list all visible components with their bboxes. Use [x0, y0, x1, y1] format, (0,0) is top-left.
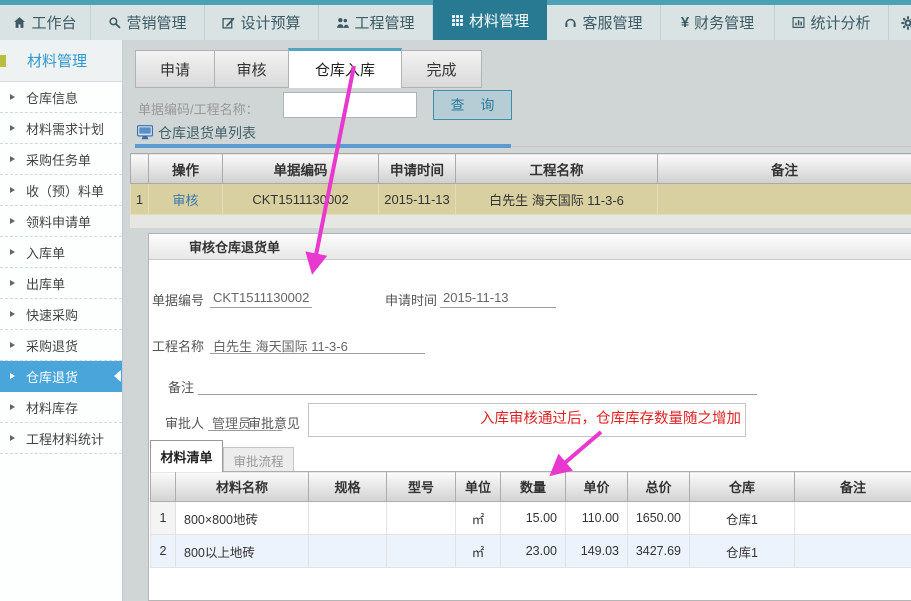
return-order-list-table: 操作 单据编码 申请时间 工程名称 备注 1 审核 CKT1511130002 … — [130, 153, 911, 215]
mat-header-name: 材料名称 — [176, 472, 309, 502]
section-underline-rest — [511, 146, 911, 147]
row-code: CKT1511130002 — [223, 184, 379, 215]
list-header-action: 操作 — [149, 154, 223, 184]
mat-header-warehouse: 仓库 — [690, 472, 795, 502]
review-link[interactable]: 审核 — [172, 193, 198, 208]
sidebar-item-inbound-order[interactable]: 入库单 — [0, 237, 122, 268]
headset-icon — [564, 16, 577, 29]
nav-tab-settings[interactable]: 系 — [889, 5, 911, 40]
row-project: 白先生 海天国际 11-3-6 — [456, 184, 658, 215]
panel-header: 审核仓库退货单 — [149, 234, 911, 260]
sidebar-item-outbound-order[interactable]: 出库单 — [0, 268, 122, 299]
users-icon — [336, 16, 349, 29]
apply-date-value: 2015-11-13 — [443, 290, 509, 305]
yen-icon: ¥ — [681, 14, 689, 31]
mat-header-total: 总价 — [628, 472, 690, 502]
magnifier-bubble-icon — [108, 16, 121, 29]
approver-label: 审批人 — [165, 413, 204, 432]
materials-header-row: 材料名称 规格 型号 单位 数量 单价 总价 仓库 备注 — [151, 472, 911, 502]
row-index: 1 — [131, 184, 149, 215]
search-button[interactable]: 查 询 — [433, 90, 512, 120]
sidebar-item-warehouse-return[interactable]: 仓库退货 — [0, 361, 122, 392]
app-window: 工作台 营销管理 设计预算 工程管理 材料管理 客服管理 — [0, 0, 911, 601]
nav-tab-statistics[interactable]: 统计分析 — [775, 5, 889, 40]
doc-code-label: 单据编号 — [152, 290, 204, 309]
nav-tab-workbench[interactable]: 工作台 — [0, 5, 91, 40]
list-row-selected[interactable]: 1 审核 CKT1511130002 2015-11-13 白先生 海天国际 1… — [131, 184, 911, 215]
doc-code-value: CKT1511130002 — [213, 290, 309, 305]
sidebar-header-materials: 材料管理 — [0, 40, 122, 82]
nav-tab-marketing[interactable]: 营销管理 — [91, 5, 205, 40]
sidebar-item-project-material-stats[interactable]: 工程材料统计 — [0, 423, 122, 454]
tab-warehouse-inbound[interactable]: 仓库入库 — [288, 48, 402, 88]
list-header-remark: 备注 — [658, 154, 911, 184]
grid-icon — [451, 14, 464, 27]
mat-header-price: 单价 — [566, 472, 628, 502]
row-date: 2015-11-13 — [379, 184, 456, 215]
remark-label: 备注 — [168, 377, 194, 396]
list-empty-strip — [130, 215, 911, 228]
search-input[interactable] — [283, 92, 417, 118]
mat-header-qty: 数量 — [501, 472, 566, 502]
sidebar-item-quick-purchase[interactable]: 快速采购 — [0, 299, 122, 330]
materials-table: 材料名称 规格 型号 单位 数量 单价 总价 仓库 备注 1 800×800地砖… — [150, 471, 911, 568]
sidebar-item-purchase-return[interactable]: 采购退货 — [0, 330, 122, 361]
row-remark — [658, 184, 911, 215]
tab-complete[interactable]: 完成 — [401, 50, 482, 88]
tab-material-list[interactable]: 材料清单 — [150, 440, 223, 472]
nav-tab-finance[interactable]: ¥ 财务管理 — [661, 5, 775, 40]
top-navigation: 工作台 营销管理 设计预算 工程管理 材料管理 客服管理 — [0, 0, 911, 40]
opinion-input[interactable] — [308, 403, 746, 437]
section-underline — [135, 144, 511, 148]
list-section-title: 仓库退货单列表 — [158, 123, 256, 143]
sidebar-item-material-request[interactable]: 领料申请单 — [0, 206, 122, 237]
nav-tab-design-budget[interactable]: 设计预算 — [205, 5, 319, 40]
material-row[interactable]: 1 800×800地砖 ㎡ 15.00 110.00 1650.00 仓库1 — [151, 502, 911, 535]
gear-icon — [901, 16, 911, 30]
nav-tab-engineering[interactable]: 工程管理 — [319, 5, 433, 40]
edit-icon — [222, 16, 235, 29]
list-header-project: 工程名称 — [456, 154, 658, 184]
monitor-icon — [137, 125, 153, 145]
panel-title: 审核仓库退货单 — [189, 237, 280, 256]
mat-header-remark: 备注 — [795, 472, 911, 502]
material-row[interactable]: 2 800以上地砖 ㎡ 23.00 149.03 3427.69 仓库1 — [151, 535, 911, 568]
tab-approval-flow[interactable]: 审批流程 — [223, 447, 294, 472]
sidebar-item-warehouse-info[interactable]: 仓库信息 — [0, 82, 122, 113]
list-header-row: 操作 单据编码 申请时间 工程名称 备注 — [131, 154, 911, 184]
search-label: 单据编码/工程名称： — [138, 99, 259, 118]
tab-review[interactable]: 审核 — [214, 50, 289, 88]
mat-header-unit: 单位 — [456, 472, 501, 502]
mat-header-spec: 规格 — [309, 472, 387, 502]
tab-apply[interactable]: 申请 — [135, 50, 215, 88]
home-icon — [13, 16, 26, 29]
apply-date-label: 申请时间 — [385, 290, 437, 309]
sidebar-item-receive-material[interactable]: 收（预）料单 — [0, 175, 122, 206]
module-icon — [0, 55, 6, 67]
sidebar-item-material-demand-plan[interactable]: 材料需求计划 — [0, 113, 122, 144]
list-header-date: 申请时间 — [379, 154, 456, 184]
nav-tab-materials[interactable]: 材料管理 — [433, 0, 547, 40]
mat-header-model: 型号 — [387, 472, 456, 502]
project-name-label: 工程名称 — [152, 336, 204, 355]
sidebar-item-purchase-task[interactable]: 采购任务单 — [0, 144, 122, 175]
bar-chart-icon — [792, 16, 805, 29]
opinion-label: 审批意见 — [248, 413, 300, 432]
list-header-code: 单据编码 — [223, 154, 379, 184]
sidebar-item-material-stock[interactable]: 材料库存 — [0, 392, 122, 423]
sidebar: 材料管理 仓库信息 材料需求计划 采购任务单 收（预）料单 领料申请单 入库单 … — [0, 40, 123, 601]
list-header-index — [131, 154, 149, 184]
nav-tab-customer-service[interactable]: 客服管理 — [547, 5, 661, 40]
